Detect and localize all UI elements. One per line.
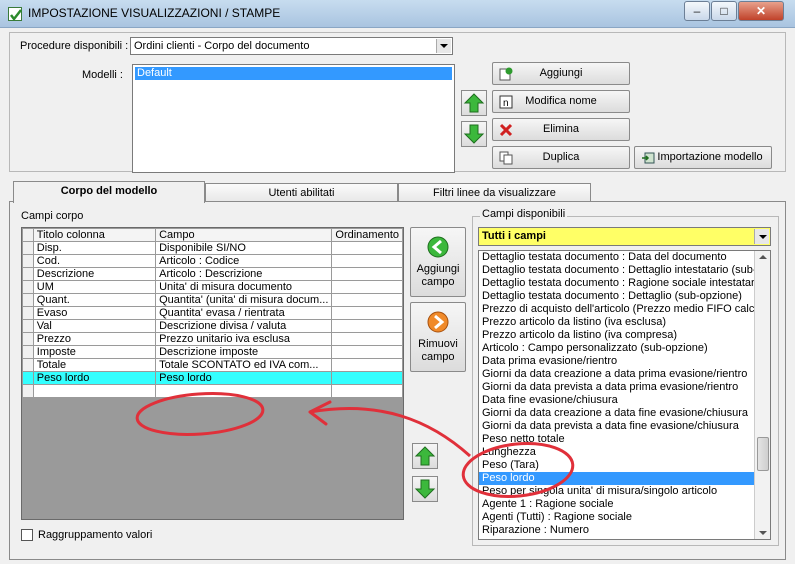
annotation-arrow-head: [308, 400, 332, 426]
annotation-circle-list: [461, 442, 575, 498]
annotation-overlay: [135, 392, 575, 498]
annotation-circle-grid: [135, 392, 265, 436]
tab-corpo-del-modello[interactable]: Corpo del modello: [13, 181, 205, 203]
annotation-arrow-line: [309, 407, 472, 458]
